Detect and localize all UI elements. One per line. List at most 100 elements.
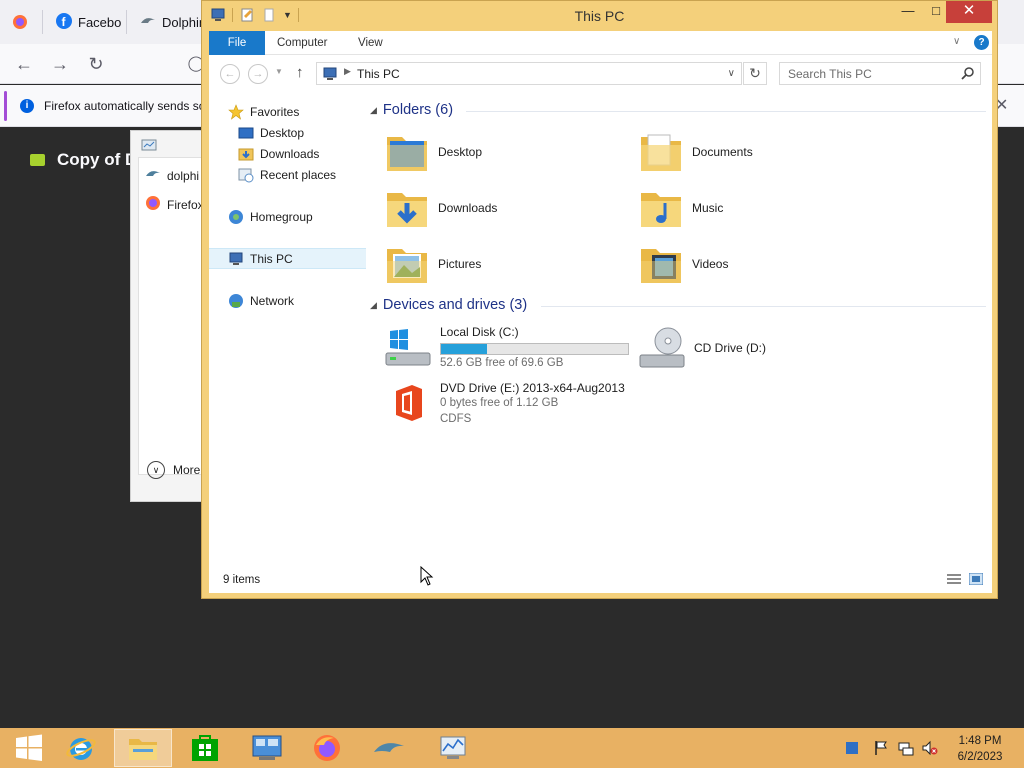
clock-time: 1:48 PM: [958, 735, 1002, 747]
forward-button[interactable]: →: [48, 52, 72, 76]
chevron-down-icon[interactable]: ∨: [728, 68, 735, 79]
browser-tab-facebook[interactable]: f Facebo: [44, 0, 124, 44]
collapse-icon[interactable]: ◢: [370, 300, 377, 311]
reload-button[interactable]: ↻: [84, 52, 108, 76]
more-label: More: [173, 463, 201, 477]
documents-folder-icon: [641, 134, 681, 171]
search-placeholder: Search This PC: [788, 67, 872, 81]
status-bar: 9 items: [209, 565, 992, 593]
nav-item-recent-places[interactable]: Recent places: [209, 164, 366, 185]
up-button[interactable]: ↑: [296, 64, 304, 81]
folder-pictures[interactable]: Pictures: [384, 241, 481, 287]
computer-icon: [229, 252, 243, 265]
store-icon: [192, 735, 218, 761]
nav-label: Recent places: [260, 167, 337, 182]
tab-view[interactable]: View: [358, 31, 383, 55]
pictures-folder-icon: [387, 249, 427, 283]
more-apps-button[interactable]: ∨ More: [147, 461, 200, 479]
control-panel-icon: [252, 735, 282, 760]
drive-name: CD Drive (D:): [694, 341, 766, 355]
facebook-icon: f: [56, 12, 72, 32]
drive-local-disk-c[interactable]: Local Disk (C:) 52.6 GB free of 69.6 GB: [384, 325, 634, 373]
show-desktop-icon[interactable]: [844, 740, 860, 756]
dolphin-icon: [374, 743, 404, 752]
taskbar-dolphin[interactable]: [360, 729, 418, 767]
folder-music[interactable]: Music: [638, 185, 723, 231]
explorer-window: ▼ This PC — □ ✕ File Computer View ∨ ? ←…: [201, 0, 998, 599]
address-bar[interactable]: ▶ This PC ∨: [316, 62, 742, 85]
tab-file[interactable]: File: [209, 31, 265, 55]
nav-item-network[interactable]: Network: [209, 290, 366, 311]
nav-item-this-pc[interactable]: This PC: [209, 248, 366, 269]
search-icon[interactable]: [961, 66, 975, 80]
drive-name: DVD Drive (E:) 2013-x64-Aug2013: [440, 381, 625, 395]
taskbar-performance-monitor[interactable]: [424, 729, 482, 767]
nav-label: Homegroup: [250, 209, 313, 224]
folders-group-header[interactable]: ◢ Folders (6): [370, 102, 453, 118]
group-title: Folders (6): [382, 102, 454, 118]
nav-item-desktop[interactable]: Desktop: [209, 122, 366, 143]
computer-icon: [323, 67, 337, 80]
taskbar-file-explorer[interactable]: [114, 729, 172, 767]
folder-desktop[interactable]: Desktop: [384, 129, 482, 175]
cd-drive-icon: [639, 327, 685, 368]
navigation-pane: Favorites Desktop Downloads Recent place…: [209, 91, 366, 565]
recent-locations-icon[interactable]: ▼: [275, 67, 283, 76]
content-pane: ◢ Folders (6) Desktop Documents Download…: [366, 91, 992, 565]
help-icon[interactable]: ?: [974, 35, 989, 50]
browser-tab-dolphin[interactable]: Dolphin: [128, 0, 204, 44]
folder-downloads[interactable]: Downloads: [384, 185, 497, 231]
expand-ribbon-icon[interactable]: ∨: [953, 36, 960, 47]
network-tray-icon[interactable]: [898, 740, 914, 756]
taskbar-firefox[interactable]: [298, 729, 356, 767]
nav-label: Downloads: [260, 146, 320, 161]
taskbar-store[interactable]: [176, 729, 234, 767]
back-button[interactable]: ←: [12, 52, 36, 76]
title-bar[interactable]: ▼ This PC — □ ✕: [202, 1, 997, 31]
tab-computer[interactable]: Computer: [277, 31, 328, 55]
details-view-icon[interactable]: [947, 573, 961, 585]
nav-item-homegroup[interactable]: Homegroup: [209, 206, 366, 227]
star-icon: [228, 103, 244, 120]
list-item-label: Firefox: [167, 197, 204, 212]
start-button[interactable]: [0, 729, 58, 767]
breadcrumb-separator-icon[interactable]: ▶: [344, 66, 351, 77]
taskbar-internet-explorer[interactable]: [52, 729, 110, 767]
search-input[interactable]: Search This PC: [779, 62, 981, 85]
action-center-flag-icon[interactable]: [873, 740, 889, 756]
windows-drive-icon: [385, 329, 431, 366]
folder-videos[interactable]: Videos: [638, 241, 728, 287]
maximize-button[interactable]: □: [924, 1, 948, 23]
refresh-button[interactable]: ↻: [743, 62, 767, 85]
drive-free-space: 52.6 GB free of 69.6 GB: [440, 357, 564, 369]
drive-dvd-e[interactable]: DVD Drive (E:) 2013-x64-Aug2013 0 bytes …: [384, 381, 684, 429]
forward-button[interactable]: →: [248, 64, 268, 84]
folder-documents[interactable]: Documents: [638, 129, 753, 175]
large-icons-view-icon[interactable]: [969, 573, 983, 585]
nav-item-downloads[interactable]: Downloads: [209, 143, 366, 164]
monitor-icon: [141, 139, 157, 156]
drive-cd-d[interactable]: CD Drive (D:): [638, 325, 838, 373]
clock[interactable]: 1:48 PM 6/2/2023: [940, 733, 1020, 765]
folder-label: Desktop: [438, 145, 483, 159]
volume-muted-icon[interactable]: [922, 740, 938, 756]
address-toolbar: ← → ▼ ↑ ▶ This PC ∨ ↻ Search This PC: [209, 55, 992, 91]
downloads-folder-icon: [387, 193, 427, 227]
nav-label: Desktop: [260, 125, 305, 140]
firefox-icon[interactable]: [12, 14, 28, 33]
folder-label: Music: [692, 201, 724, 215]
drive-name: Local Disk (C:): [440, 325, 519, 339]
folder-label: Videos: [692, 257, 729, 271]
nav-item-favorites[interactable]: Favorites: [209, 101, 366, 122]
info-icon: i: [20, 99, 34, 113]
desktop-icon: [238, 127, 254, 138]
devices-group-header[interactable]: ◢ Devices and drives (3): [370, 297, 527, 313]
drive-usage-fill: [441, 344, 487, 354]
breadcrumb[interactable]: This PC: [357, 67, 400, 81]
close-button[interactable]: ✕: [946, 1, 992, 23]
taskbar-control-panel[interactable]: [238, 729, 296, 767]
minimize-button[interactable]: —: [896, 1, 920, 23]
videos-folder-icon: [641, 249, 681, 283]
back-button[interactable]: ←: [220, 64, 240, 84]
collapse-icon[interactable]: ◢: [370, 105, 377, 116]
